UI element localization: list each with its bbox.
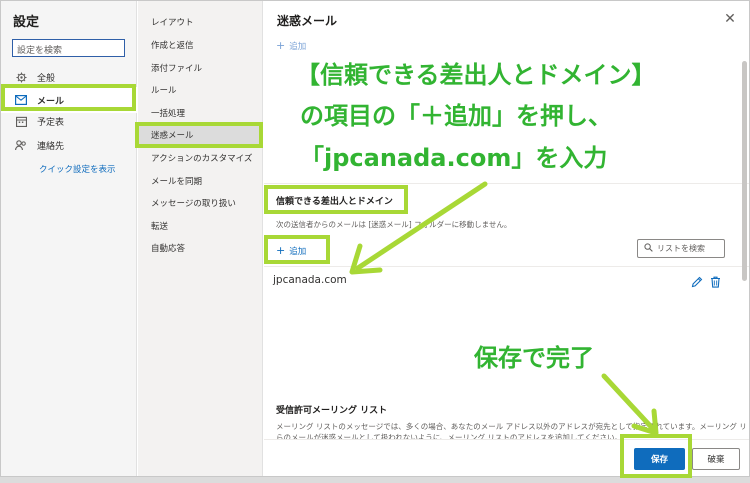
scrollbar[interactable] xyxy=(742,61,747,431)
mail-subcategory-panel: レイアウト 作成と返信 添付ファイル ルール 一括処理 迷惑メール アクションの… xyxy=(138,1,263,476)
safe-mailing-lists-heading: 受信許可メーリング リスト xyxy=(276,406,388,416)
category-general[interactable]: 全般 xyxy=(15,69,55,85)
scrollbar-thumb[interactable] xyxy=(742,61,747,281)
trusted-senders-description: 次の送信者からのメールは [迷惑メール] フォルダーに移動しません。 xyxy=(276,220,512,229)
trusted-senders-heading: 信頼できる差出人とドメイン xyxy=(276,197,393,207)
annotation-line-3: 「jpcanada.com」を入力 xyxy=(300,144,608,172)
subcategory-layout[interactable]: レイアウト xyxy=(138,14,263,30)
gear-icon xyxy=(15,71,27,83)
add-label: 追加 xyxy=(289,246,307,257)
calendar-icon xyxy=(15,115,27,127)
quick-settings-link[interactable]: クイック設定を表示 xyxy=(39,163,116,175)
close-button[interactable]: ✕ xyxy=(722,11,738,27)
subcategory-customize-actions[interactable]: アクションのカスタマイズ xyxy=(138,150,263,166)
subcategory-automatic-replies[interactable]: 自動応答 xyxy=(138,240,263,256)
description-line: メーリング リストのメッセージでは、多くの場合、あなたのメール アドレス以外のア… xyxy=(276,422,746,431)
settings-category-panel: 設定 設定を検索 全般 メール 予定表 連絡先 クイック設定を表示 xyxy=(1,1,137,476)
subcategory-attachments[interactable]: 添付ファイル xyxy=(138,60,263,76)
annotation-line-1: 【信頼できる差出人とドメイン】 xyxy=(296,61,656,89)
category-label: メール xyxy=(37,96,65,107)
junk-email-settings-panel: 迷惑メール ✕ + 追加 【信頼できる差出人とドメイン】 の項目の「＋追加」を押… xyxy=(264,1,749,476)
subcategory-message-handling[interactable]: メッセージの取り扱い xyxy=(138,195,263,211)
save-button[interactable]: 保存 xyxy=(634,448,685,470)
category-label: 全般 xyxy=(37,73,56,84)
list-item: jpcanada.com xyxy=(264,270,749,292)
settings-window: 設定 設定を検索 全般 メール 予定表 連絡先 クイック設定を表示 レイアウト … xyxy=(0,0,750,477)
delete-icon[interactable] xyxy=(710,273,722,288)
footer-bar: 保存 破棄 xyxy=(264,439,749,476)
plus-icon: + xyxy=(276,244,286,257)
settings-search-input[interactable]: 設定を検索 xyxy=(12,39,125,57)
settings-title: 設定 xyxy=(13,15,40,30)
subcategory-junk-email[interactable]: 迷惑メール xyxy=(138,125,263,145)
list-divider xyxy=(264,266,749,267)
subcategory-forwarding[interactable]: 転送 xyxy=(138,218,263,234)
list-search-input[interactable]: リストを検索 xyxy=(637,239,725,258)
mail-icon xyxy=(15,94,27,106)
category-people[interactable]: 連絡先 xyxy=(15,137,64,153)
discard-button[interactable]: 破棄 xyxy=(692,448,740,470)
subcategory-sweep[interactable]: 一括処理 xyxy=(138,105,263,121)
category-mail[interactable]: メール xyxy=(1,87,137,113)
category-calendar[interactable]: 予定表 xyxy=(15,113,64,129)
category-label: 予定表 xyxy=(37,117,65,128)
trusted-senders-add-button[interactable]: + 追加 xyxy=(276,244,306,257)
add-label: 追加 xyxy=(289,41,307,52)
page-title: 迷惑メール xyxy=(277,14,338,28)
subcategory-rules[interactable]: ルール xyxy=(138,82,263,98)
annotation-line-2: の項目の「＋追加」を押し、 xyxy=(300,102,612,130)
blocked-senders-add-button[interactable]: + 追加 xyxy=(276,39,306,52)
trusted-domain-entry: jpcanada.com xyxy=(273,274,347,286)
plus-icon: + xyxy=(276,39,286,52)
annotation-save: 保存で完了 xyxy=(474,344,594,372)
bottom-edge xyxy=(0,477,750,483)
category-label: 連絡先 xyxy=(37,141,65,152)
close-icon: ✕ xyxy=(724,11,736,27)
edit-icon[interactable] xyxy=(691,273,703,288)
list-search-placeholder: リストを検索 xyxy=(657,244,705,253)
section-divider xyxy=(264,183,749,184)
subcategory-compose-reply[interactable]: 作成と返信 xyxy=(138,37,263,53)
people-icon xyxy=(15,139,27,151)
subcategory-sync-email[interactable]: メールを同期 xyxy=(138,173,263,189)
search-icon xyxy=(644,243,653,254)
